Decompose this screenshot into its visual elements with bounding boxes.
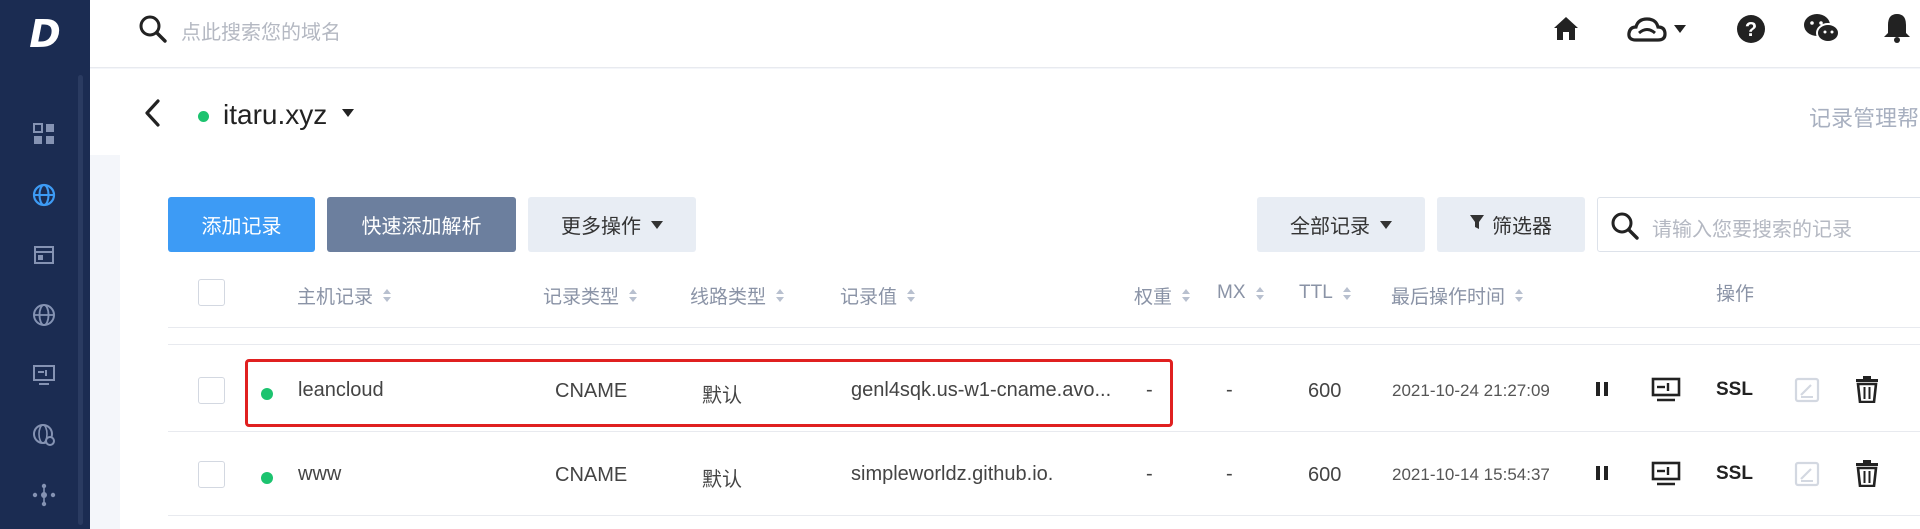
select-all-checkbox[interactable] [198,279,225,306]
search-icon[interactable] [138,14,168,49]
ssl-button[interactable]: SSL [1716,463,1753,485]
record-weight[interactable]: - [1146,463,1153,486]
column-mx[interactable]: MX [1217,282,1264,304]
sort-icon[interactable] [1182,289,1191,302]
column-type[interactable]: 记录类型 [543,282,638,309]
top-bar: 点此搜索您的域名 ? [90,0,1920,68]
record-host[interactable]: www [298,463,341,486]
home-icon[interactable] [1550,12,1582,49]
help-icon[interactable]: ? [1735,13,1767,50]
record-updated: 2021-10-24 21:27:09 [1392,381,1550,400]
record-mx[interactable]: - [1226,463,1233,486]
caret-down-icon [1380,220,1392,229]
highlight-box [245,359,1173,427]
svg-text:?: ? [1745,19,1757,41]
divider [168,327,1920,328]
record-help-link[interactable]: 记录管理帮 [1809,101,1919,133]
domain-name[interactable]: itaru.xyz [223,99,327,131]
window-icon[interactable] [30,241,58,269]
column-actions: 操作 [1716,284,1755,305]
all-records-dropdown[interactable]: 全部记录 [1257,197,1425,252]
record-line[interactable]: 默认 [702,463,742,492]
record-type[interactable]: CNAME [555,464,627,487]
record-search-placeholder: 请输入您要搜索的记录 [1652,219,1852,241]
app-logo[interactable]: D [0,0,90,68]
record-mx[interactable]: - [1226,379,1233,402]
cloud-icon[interactable] [1626,14,1688,49]
row-checkbox[interactable] [198,377,225,404]
sort-icon[interactable] [629,289,638,302]
monitor-icon[interactable] [30,361,58,389]
record-updated: 2021-10-14 15:54:37 [1392,465,1550,484]
pause-icon[interactable] [1594,379,1610,399]
sidebar-scrollbar[interactable] [78,75,83,525]
monitor-icon[interactable] [1651,461,1681,487]
nodes-icon[interactable] [30,481,58,509]
domain-header: itaru.xyz 记录管理帮 [90,69,1920,155]
monitor-icon[interactable] [1651,377,1681,403]
column-weight[interactable]: 权重 [1134,282,1191,309]
divider [168,431,1920,432]
sort-icon[interactable] [776,289,785,302]
all-records-label: 全部记录 [1290,216,1370,238]
domain-status-dot [198,111,209,122]
dashboard-icon[interactable] [30,120,58,148]
record-status-dot[interactable] [261,472,273,484]
record-ttl[interactable]: 600 [1308,380,1341,403]
more-actions-button[interactable]: 更多操作 [528,197,696,252]
row-checkbox[interactable] [198,461,225,488]
domain-dropdown-icon[interactable] [342,109,354,117]
records-card: 添加记录 快速添加解析 更多操作 全部记录 筛选器 请输入您要搜索的记录 主机记… [120,155,1920,529]
pause-icon[interactable] [1594,463,1610,483]
quick-add-button[interactable]: 快速添加解析 [327,197,516,252]
globe-icon[interactable] [30,181,58,209]
divider [168,344,1920,345]
more-actions-label: 更多操作 [561,216,641,238]
search-icon [1610,211,1640,246]
caret-down-icon [651,220,663,229]
sidebar: D [0,0,90,529]
filter-label: 筛选器 [1492,216,1552,238]
sort-icon[interactable] [907,289,916,302]
remark-icon[interactable] [1793,376,1821,404]
column-value[interactable]: 记录值 [840,282,916,309]
ssl-button[interactable]: SSL [1716,379,1753,401]
column-updated[interactable]: 最后操作时间 [1391,282,1524,309]
filter-icon [1470,213,1484,236]
record-value[interactable]: simpleworldz.github.io. [851,463,1053,486]
delete-icon[interactable] [1855,375,1879,403]
sort-icon[interactable] [1515,289,1524,302]
sort-icon[interactable] [1255,286,1264,300]
sort-icon[interactable] [1342,286,1351,300]
add-record-button[interactable]: 添加记录 [168,197,315,252]
remark-icon[interactable] [1793,460,1821,488]
bell-icon[interactable] [1880,11,1914,50]
filter-button[interactable]: 筛选器 [1437,197,1585,252]
column-ttl[interactable]: TTL [1299,282,1351,304]
domain-search-input[interactable]: 点此搜索您的域名 [181,16,341,45]
delete-icon[interactable] [1855,459,1879,487]
record-ttl[interactable]: 600 [1308,464,1341,487]
sort-icon[interactable] [383,289,392,302]
column-line[interactable]: 线路类型 [690,282,785,309]
globe-outline-icon[interactable] [30,301,58,329]
divider [168,515,1920,516]
globe-settings-icon[interactable] [30,421,58,449]
record-search-input[interactable]: 请输入您要搜索的记录 [1597,197,1920,252]
column-host[interactable]: 主机记录 [297,282,392,309]
wechat-icon[interactable] [1802,12,1842,51]
back-arrow-icon[interactable] [142,97,162,134]
